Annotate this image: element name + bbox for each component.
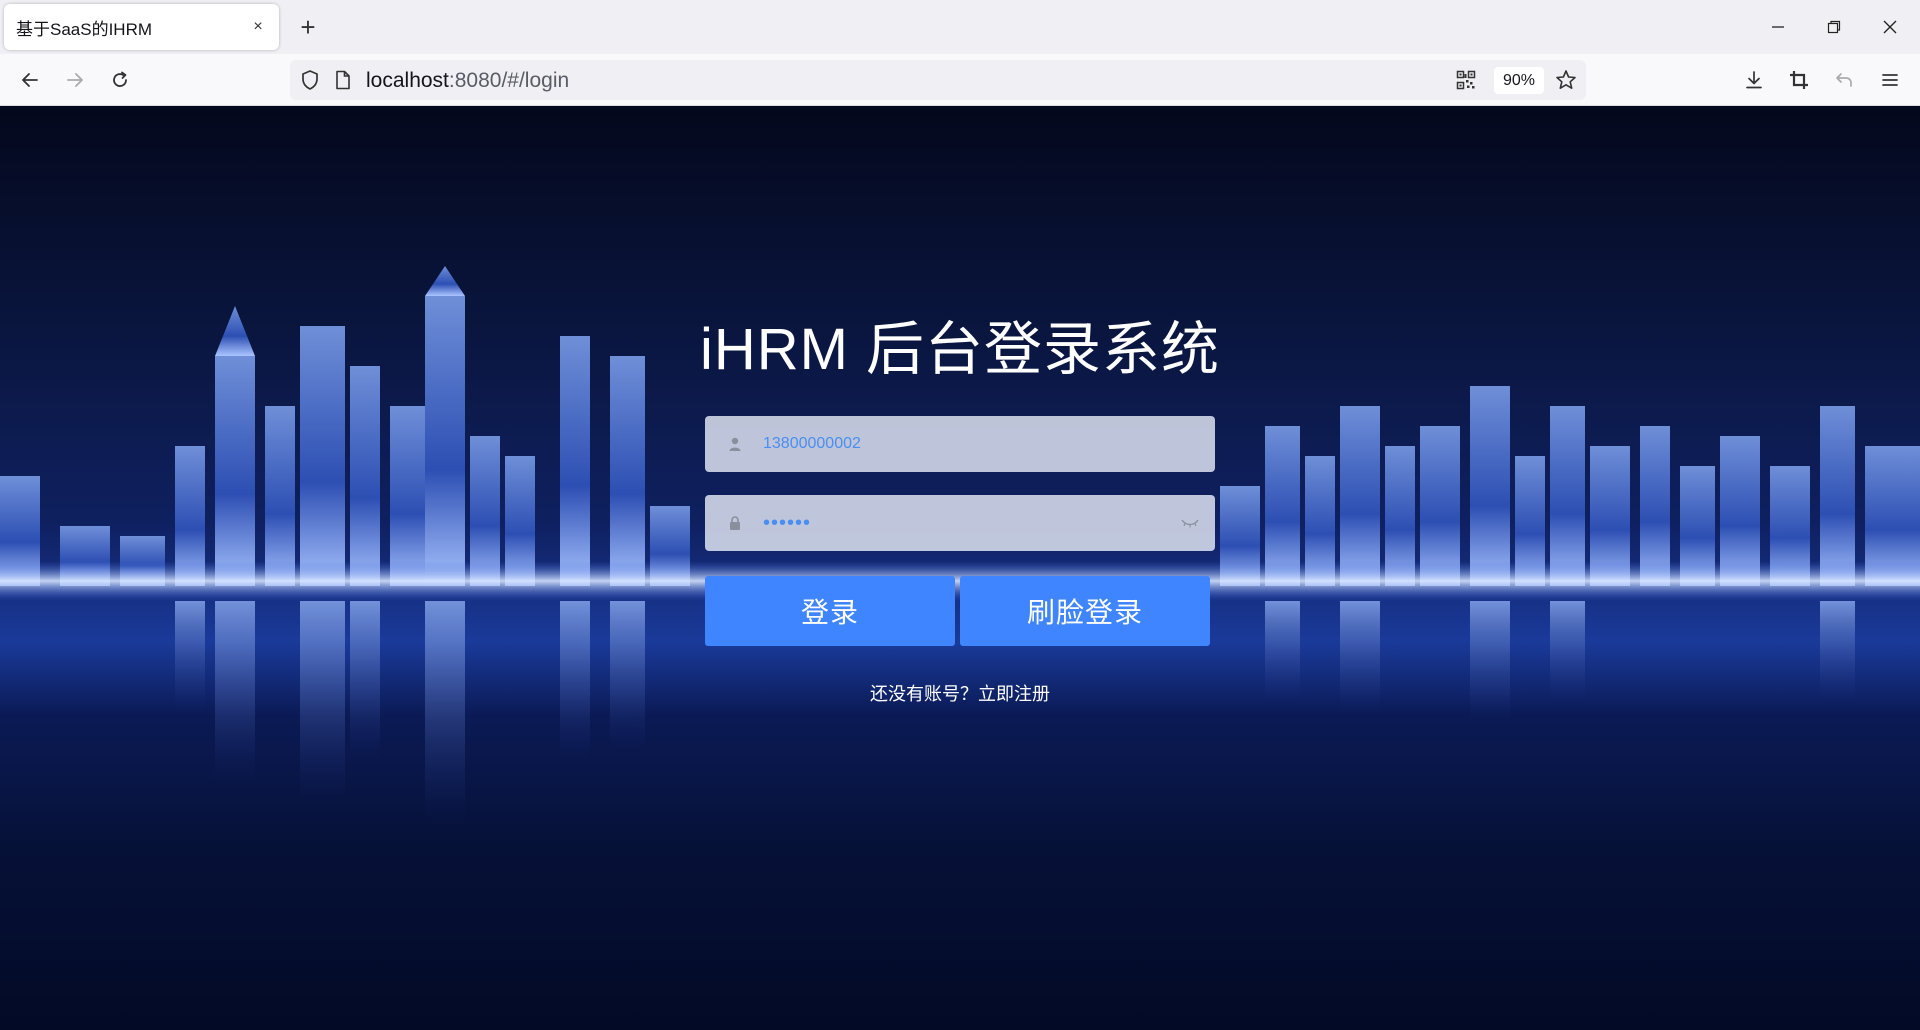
username-field[interactable] [705,416,1215,472]
url-path: :8080/#/login [448,69,570,92]
url-host: localhost [366,69,449,92]
lock-icon [723,511,747,535]
minimize-icon[interactable] [1763,12,1793,42]
window-close-icon[interactable] [1875,12,1905,42]
zoom-level[interactable]: 90% [1494,67,1544,94]
tab-close-icon[interactable]: × [247,16,269,38]
show-password-icon[interactable] [1179,513,1201,533]
url-text[interactable]: localhost:8080/#/login [366,69,569,93]
undo-icon[interactable] [1826,62,1862,98]
browser-tab[interactable]: 基于SaaS的IHRM × [4,4,279,50]
password-field[interactable] [705,495,1215,551]
download-icon[interactable] [1736,62,1772,98]
new-tab-button[interactable]: + [293,12,323,42]
register-link[interactable]: 还没有账号？立即注册 [0,680,1920,706]
qr-code-icon[interactable] [1456,70,1476,95]
login-button[interactable]: 登录 [705,576,955,646]
shield-icon[interactable] [298,68,322,97]
reload-icon[interactable] [102,62,138,98]
city-skyline-background [0,266,1920,821]
page-icon[interactable] [332,69,354,96]
page-title: iHRM 后台登录系统 [699,317,1221,382]
tab-strip: 基于SaaS的IHRM × + [0,0,1920,54]
star-icon[interactable] [1554,68,1578,97]
forward-icon[interactable] [57,62,93,98]
screenshot-icon[interactable] [1781,62,1817,98]
face-login-button[interactable]: 刷脸登录 [960,576,1210,646]
password-input[interactable] [763,511,1183,535]
login-page: iHRM 后台登录系统 登录 刷脸登录 还没有账号？立即注册 [0,106,1920,1030]
navigation-toolbar: localhost:8080/#/login 90% [0,54,1920,106]
back-icon[interactable] [12,62,48,98]
tab-title: 基于SaaS的IHRM [16,19,153,39]
url-bar[interactable]: localhost:8080/#/login 90% [290,60,1586,100]
menu-icon[interactable] [1872,62,1908,98]
username-input[interactable] [763,435,1183,453]
user-icon [723,432,747,456]
restore-icon[interactable] [1819,12,1849,42]
